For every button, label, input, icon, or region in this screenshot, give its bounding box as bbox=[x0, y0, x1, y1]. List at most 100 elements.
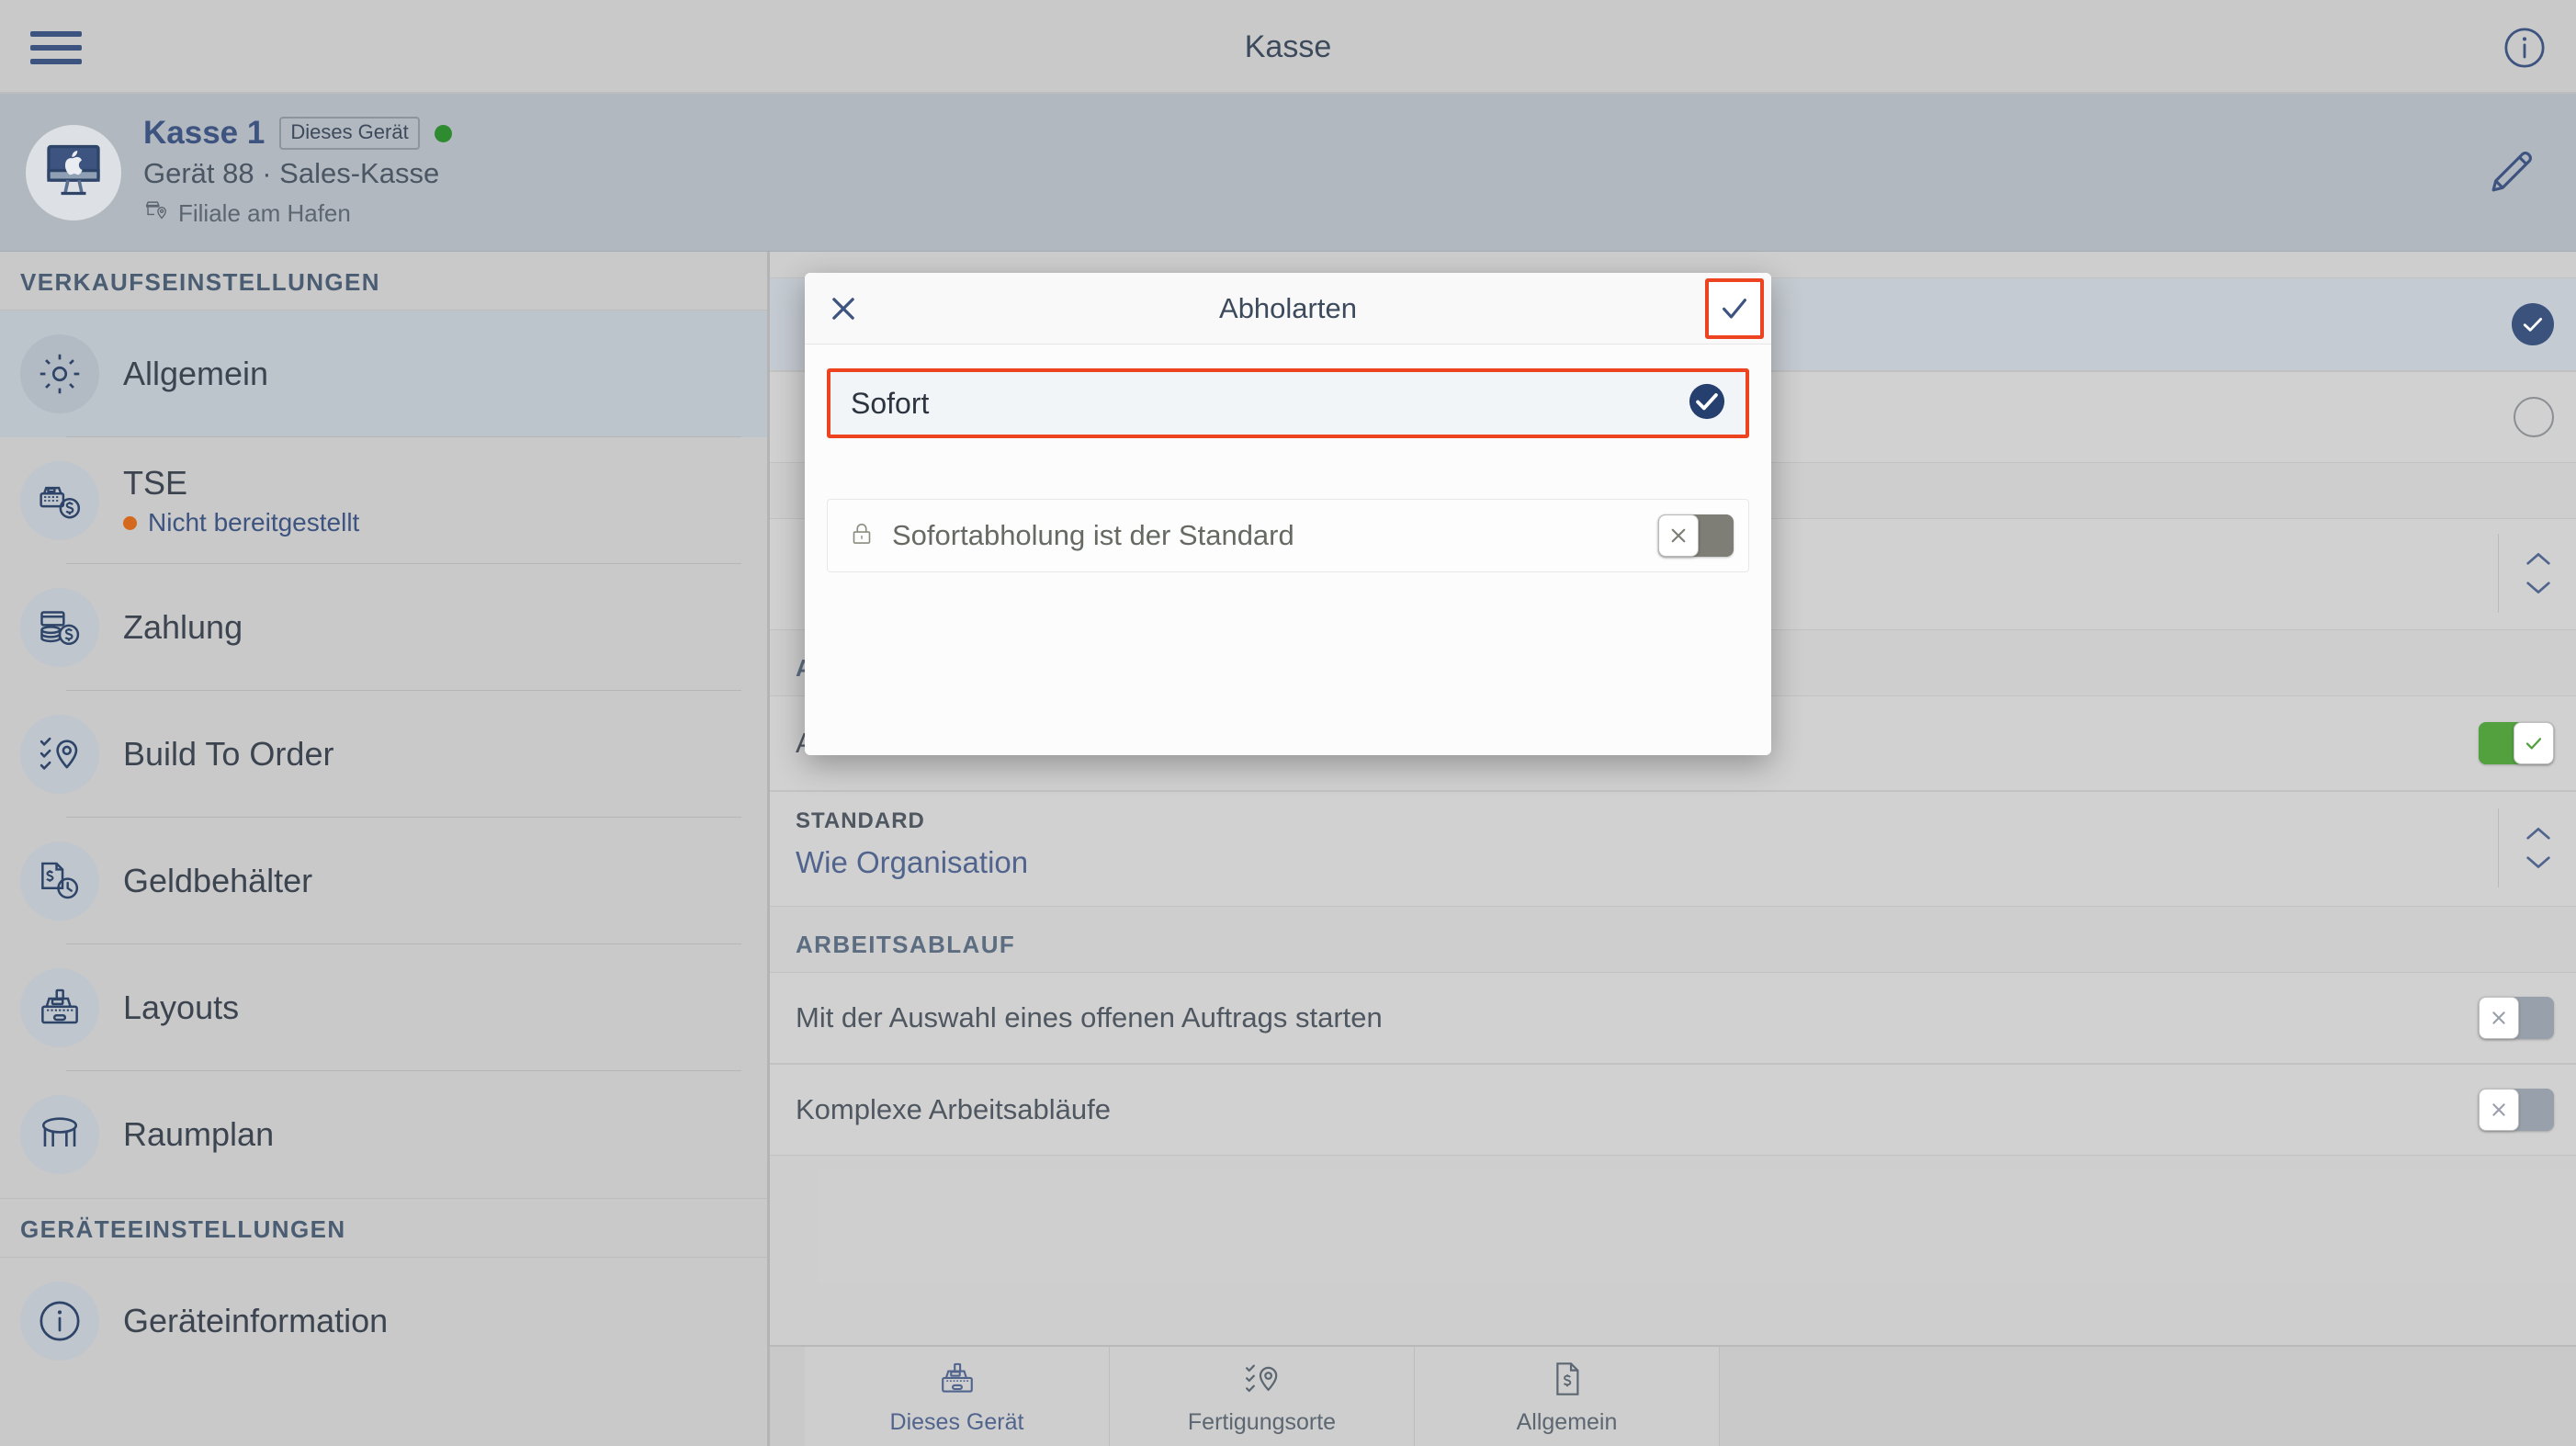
toggle-komplexe-ablaeufe[interactable] bbox=[2479, 1089, 2554, 1131]
check-circle-icon[interactable] bbox=[2512, 303, 2554, 345]
pickup-row-right bbox=[2512, 303, 2554, 345]
row-right bbox=[2479, 997, 2554, 1039]
status-dot bbox=[123, 515, 137, 530]
modal-header: Abholarten bbox=[805, 273, 1771, 345]
sidebar-item-zahlung[interactable]: Zahlung bbox=[0, 564, 767, 691]
sidebar-item-label: TSE bbox=[123, 464, 188, 502]
row-label: Mit der Auswahl eines offenen Auftrags s… bbox=[796, 1001, 1383, 1034]
sidebar-item-text: Raumplan bbox=[123, 1115, 274, 1154]
register-dollar-icon bbox=[20, 461, 99, 540]
bottom-tab-bar: Dieses Gerät Fertigungsorte Allgemein bbox=[770, 1345, 2576, 1446]
sidebar-item-geldbehaelter[interactable]: Geldbehälter bbox=[0, 818, 767, 944]
device-info: Kasse 1 Dieses Gerät Gerät 88 · Sales-Ka… bbox=[143, 115, 452, 230]
toggle-offener-auftrag[interactable] bbox=[2479, 997, 2554, 1039]
row-right bbox=[2479, 722, 2554, 764]
lock-icon bbox=[848, 520, 876, 552]
top-bar: Kasse bbox=[0, 0, 2576, 94]
pickup-row-right bbox=[2514, 397, 2554, 437]
sidebar-item-label: Geräteinformation bbox=[123, 1302, 389, 1339]
toggle-knob bbox=[2479, 997, 2519, 1039]
sidebar-item-raumplan[interactable]: Raumplan bbox=[0, 1071, 767, 1198]
page-title: Kasse bbox=[1244, 28, 1332, 64]
option-label: Sofort bbox=[851, 386, 930, 420]
sidebar-section-heading-device: GERÄTEEINSTELLUNGEN bbox=[0, 1198, 767, 1258]
sub-setting-label: Sofortabholung ist der Standard bbox=[892, 519, 1294, 551]
tab-dieses-geraet[interactable]: Dieses Gerät bbox=[805, 1347, 1110, 1446]
sub-setting-row[interactable]: Sofortabholung ist der Standard bbox=[827, 499, 1749, 572]
row-standard-caption: STANDARD bbox=[796, 808, 925, 833]
toggle-ausser-haus[interactable] bbox=[2479, 722, 2554, 764]
device-name-row: Kasse 1 Dieses Gerät bbox=[143, 115, 452, 152]
cash-register-icon bbox=[937, 1359, 977, 1404]
online-status-dot bbox=[434, 124, 452, 142]
sidebar-item-label: Allgemein bbox=[123, 355, 269, 392]
sidebar-item-text: Build To Order bbox=[123, 735, 333, 774]
tab-allgemein[interactable]: Allgemein bbox=[1415, 1347, 1720, 1446]
coins-card-icon bbox=[20, 588, 99, 667]
checklist-pin-icon bbox=[20, 715, 99, 794]
cash-document-clock-icon bbox=[20, 842, 99, 921]
tab-label: Fertigungsorte bbox=[1187, 1409, 1337, 1435]
sidebar-item-label: Geldbehälter bbox=[123, 862, 313, 899]
sidebar-item-label: Build To Order bbox=[123, 735, 334, 773]
row-standard-right bbox=[2498, 808, 2554, 887]
row-komplexe-ablaeufe[interactable]: Komplexe Arbeitsabläufe bbox=[770, 1064, 2576, 1156]
sub-setting-right bbox=[1658, 514, 1734, 557]
sidebar-section-heading-sales: VERKAUFSEINSTELLUNGEN bbox=[0, 252, 767, 311]
toggle-knob bbox=[2479, 1089, 2519, 1131]
row-offener-auftrag[interactable]: Mit der Auswahl eines offenen Auftrags s… bbox=[770, 972, 2576, 1064]
empty-circle-icon[interactable] bbox=[2514, 397, 2554, 437]
sidebar-item-tse[interactable]: TSE Nicht bereitgestellt bbox=[0, 437, 767, 564]
option-row-sofort[interactable]: Sofort bbox=[827, 368, 1749, 438]
sidebar-item-status-label: Nicht bereitgestellt bbox=[148, 508, 360, 537]
device-header: Kasse 1 Dieses Gerät Gerät 88 · Sales-Ka… bbox=[0, 94, 2576, 252]
sidebar-item-text: Layouts bbox=[123, 988, 239, 1027]
chevron-updown-icon[interactable] bbox=[2498, 808, 2554, 887]
toggle-knob bbox=[1658, 514, 1699, 557]
chevron-updown-icon[interactable] bbox=[2498, 534, 2554, 613]
pencil-icon[interactable] bbox=[2479, 141, 2543, 205]
sidebar-item-text: Allgemein bbox=[123, 355, 268, 393]
avatar bbox=[26, 124, 121, 220]
row-standard-value: Wie Organisation bbox=[796, 845, 1029, 879]
sidebar-item-text: TSE Nicht bereitgestellt bbox=[123, 464, 359, 537]
confirm-check-button[interactable] bbox=[1705, 278, 1764, 339]
device-subtitle: Gerät 88 · Sales-Kasse bbox=[143, 157, 440, 189]
sidebar-item-label: Raumplan bbox=[123, 1115, 275, 1153]
imac-device-icon bbox=[40, 137, 107, 208]
sidebar-item-label: Zahlung bbox=[123, 608, 243, 646]
table-icon bbox=[20, 1095, 99, 1174]
sidebar-item-layouts[interactable]: Layouts bbox=[0, 944, 767, 1071]
toggle-knob bbox=[2514, 722, 2554, 764]
row-standard[interactable]: STANDARD Wie Organisation bbox=[770, 791, 2576, 907]
stepper-wrap bbox=[2498, 534, 2554, 613]
section-heading-arbeitsablauf: ARBEITSABLAUF bbox=[796, 931, 1016, 958]
sidebar[interactable]: VERKAUFSEINSTELLUNGEN Allgemein TSE Nich… bbox=[0, 252, 770, 1446]
device-location-row: Filiale am Hafen bbox=[143, 198, 452, 230]
sidebar-item-geraeteinformation[interactable]: Geräteinformation bbox=[0, 1258, 767, 1384]
sidebar-item-text: Zahlung bbox=[123, 608, 243, 647]
sidebar-item-build-to-order[interactable]: Build To Order bbox=[0, 691, 767, 818]
app-root: Kasse Kasse 1 Dieses Gerät Gerät 88 · Sa… bbox=[0, 0, 2576, 1446]
sidebar-item-label: Layouts bbox=[123, 988, 240, 1026]
info-circle-icon bbox=[20, 1282, 99, 1361]
row-label: Komplexe Arbeitsabläufe bbox=[796, 1093, 1111, 1125]
abholarten-modal: Abholarten Sofort Sofortabholung ist der… bbox=[805, 273, 1771, 755]
status-badge: Dieses Gerät bbox=[279, 117, 420, 150]
tab-label: Dieses Gerät bbox=[889, 1409, 1024, 1435]
tab-label: Allgemein bbox=[1516, 1409, 1618, 1435]
device-name: Kasse 1 bbox=[143, 115, 266, 151]
check-circle-icon[interactable] bbox=[1687, 381, 1727, 426]
checklist-pin-icon bbox=[1242, 1359, 1282, 1404]
tab-fertigungsorte[interactable]: Fertigungsorte bbox=[1110, 1347, 1415, 1446]
sidebar-item-status: Nicht bereitgestellt bbox=[123, 508, 359, 537]
info-icon[interactable] bbox=[2499, 22, 2550, 73]
device-location: Filiale am Hafen bbox=[178, 199, 351, 227]
row-standard-text: STANDARD Wie Organisation bbox=[796, 808, 1028, 880]
sidebar-item-allgemein[interactable]: Allgemein bbox=[0, 311, 767, 437]
toggle-sofortabholung-standard[interactable] bbox=[1658, 514, 1734, 557]
cash-register-icon bbox=[20, 968, 99, 1047]
row-standard-inner: STANDARD Wie Organisation bbox=[796, 808, 2554, 887]
gear-icon bbox=[20, 334, 99, 413]
modal-title: Abholarten bbox=[1219, 291, 1357, 324]
